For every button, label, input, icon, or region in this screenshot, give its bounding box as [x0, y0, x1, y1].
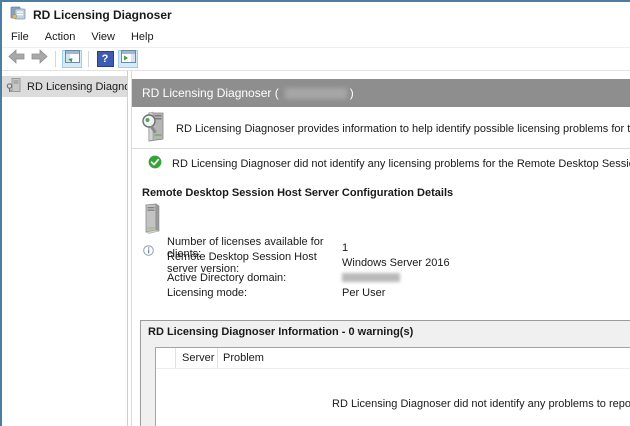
results-pane: RD Licensing Diagnoser ( ): [131, 71, 630, 426]
title-bar[interactable]: RD Licensing Diagnoser: [2, 2, 630, 28]
redacted-server-name: [285, 88, 347, 99]
back-icon: [8, 49, 25, 69]
show-action-pane-icon: [121, 50, 136, 68]
blank-column-header[interactable]: [156, 348, 176, 368]
status-row: RD Licensing Diagnoser did not identify …: [148, 155, 630, 172]
detail-row-server-version: Remote Desktop Session Host server versi…: [167, 255, 450, 270]
config-heading: Remote Desktop Session Host Server Confi…: [142, 187, 453, 199]
forward-button[interactable]: [29, 50, 49, 68]
help-icon: ?: [97, 51, 114, 67]
console-tree-panel: RD Licensing Diagnoser: [2, 71, 128, 426]
detail-label: Licensing mode:: [167, 287, 342, 299]
results-header-prefix: RD Licensing Diagnoser (: [142, 86, 279, 100]
menu-action[interactable]: Action: [37, 28, 84, 47]
list-view-header: Server Problem: [156, 348, 630, 369]
success-check-icon: [148, 155, 162, 172]
licensing-key-server-icon: [6, 77, 22, 96]
problems-list-view: Server Problem RD Licensing Diagnoser di…: [155, 347, 630, 426]
detail-value: Per User: [342, 287, 385, 299]
detail-row-ad-domain: Active Directory domain:: [167, 270, 450, 285]
help-button[interactable]: ?: [95, 50, 115, 68]
diagnoser-information-section: RD Licensing Diagnoser Information - 0 w…: [140, 320, 630, 426]
info-icon: [143, 243, 154, 261]
show-console-tree-icon: [65, 50, 80, 68]
menu-bar: File Action View Help: [2, 28, 630, 48]
results-header: RD Licensing Diagnoser ( ): [132, 79, 630, 107]
toolbar-separator: [88, 51, 89, 67]
show-action-pane-button[interactable]: [118, 50, 138, 68]
problem-column-header[interactable]: Problem: [218, 348, 630, 368]
window-title: RD Licensing Diagnoser: [33, 8, 172, 22]
info-banner-text: RD Licensing Diagnoser provides informat…: [176, 123, 630, 135]
server-tower-icon: [142, 203, 162, 240]
detail-label: Active Directory domain:: [167, 272, 342, 284]
no-problems-message: RD Licensing Diagnoser did not identify …: [332, 398, 630, 410]
menu-file[interactable]: File: [2, 28, 37, 47]
config-details: Number of licenses available for clients…: [167, 240, 450, 300]
detail-value: Windows Server 2016: [342, 257, 450, 269]
info-banner: RD Licensing Diagnoser provides informat…: [132, 109, 630, 149]
diagnoser-server-magnifier-icon: [141, 111, 167, 146]
section-title: RD Licensing Diagnoser Information - 0 w…: [141, 321, 630, 338]
forward-icon: [31, 49, 48, 69]
toolbar: ?: [2, 48, 630, 71]
menu-view[interactable]: View: [83, 28, 123, 47]
redacted-domain-value: [342, 273, 400, 282]
back-button[interactable]: [6, 50, 26, 68]
server-column-header[interactable]: Server: [176, 348, 218, 368]
status-text: RD Licensing Diagnoser did not identify …: [172, 158, 630, 170]
menu-help[interactable]: Help: [123, 28, 162, 47]
detail-value: 1: [342, 242, 348, 254]
toolbar-separator: [55, 51, 56, 67]
show-console-tree-button[interactable]: [62, 50, 82, 68]
detail-row-licensing-mode: Licensing mode: Per User: [167, 285, 450, 300]
window-body: RD Licensing Diagnoser RD Licensing Diag…: [2, 71, 630, 426]
tree-item-label: RD Licensing Diagnoser: [27, 81, 127, 93]
app-icon: [10, 5, 26, 26]
tree-item-rd-licensing-diagnoser[interactable]: RD Licensing Diagnoser: [2, 76, 127, 97]
results-header-suffix: ): [350, 86, 354, 100]
rd-licensing-diagnoser-window: RD Licensing Diagnoser File Action View …: [0, 0, 630, 426]
